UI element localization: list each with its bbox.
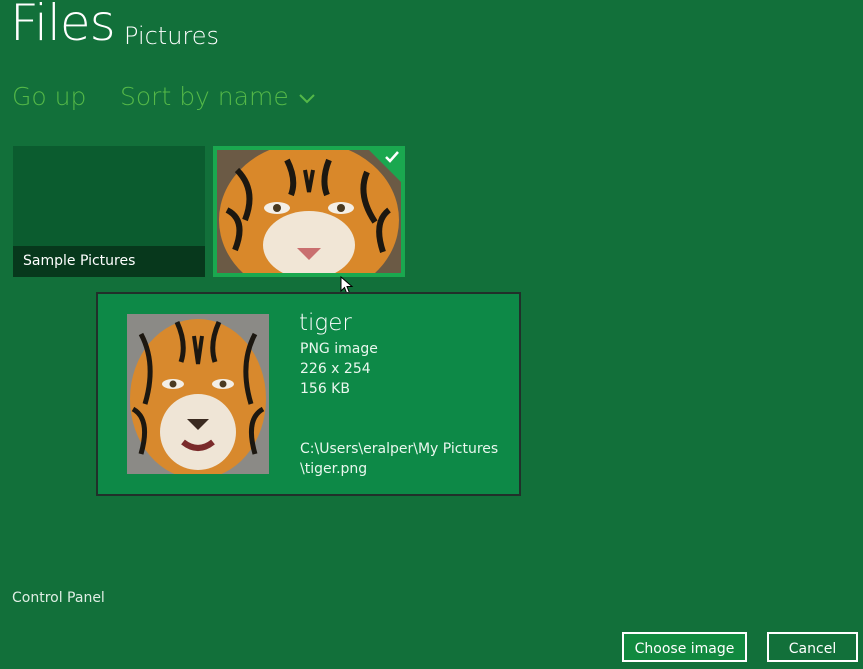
folder-tile-label: Sample Pictures: [13, 246, 205, 277]
tooltip-path-line2: \tiger.png: [300, 461, 368, 477]
current-location: Pictures: [124, 22, 220, 50]
tooltip-path-line1: C:\Users\eralper\My Pictures: [300, 441, 499, 457]
tooltip-file-type: PNG image: [300, 341, 378, 357]
folder-tile-sample-pictures[interactable]: Sample Pictures: [13, 146, 205, 277]
tooltip-file-size: 156 KB: [300, 381, 350, 397]
control-panel-link[interactable]: Control Panel: [12, 590, 105, 606]
file-info-tooltip: tiger PNG image 226 x 254 156 KB C:\User…: [96, 292, 521, 496]
image-tile-tiger[interactable]: [213, 146, 405, 277]
tooltip-file-name: tiger: [299, 310, 352, 336]
choose-image-button[interactable]: Choose image: [622, 632, 747, 662]
app-title: Files: [10, 0, 116, 52]
go-up-button[interactable]: Go up: [12, 82, 86, 111]
checkmark-icon: [385, 151, 399, 163]
chevron-down-icon[interactable]: [297, 88, 317, 108]
sort-dropdown[interactable]: Sort by name: [120, 82, 289, 111]
cancel-button[interactable]: Cancel: [767, 632, 858, 662]
tooltip-dimensions: 226 x 254: [300, 361, 371, 377]
tooltip-tiger-image: [127, 314, 269, 474]
